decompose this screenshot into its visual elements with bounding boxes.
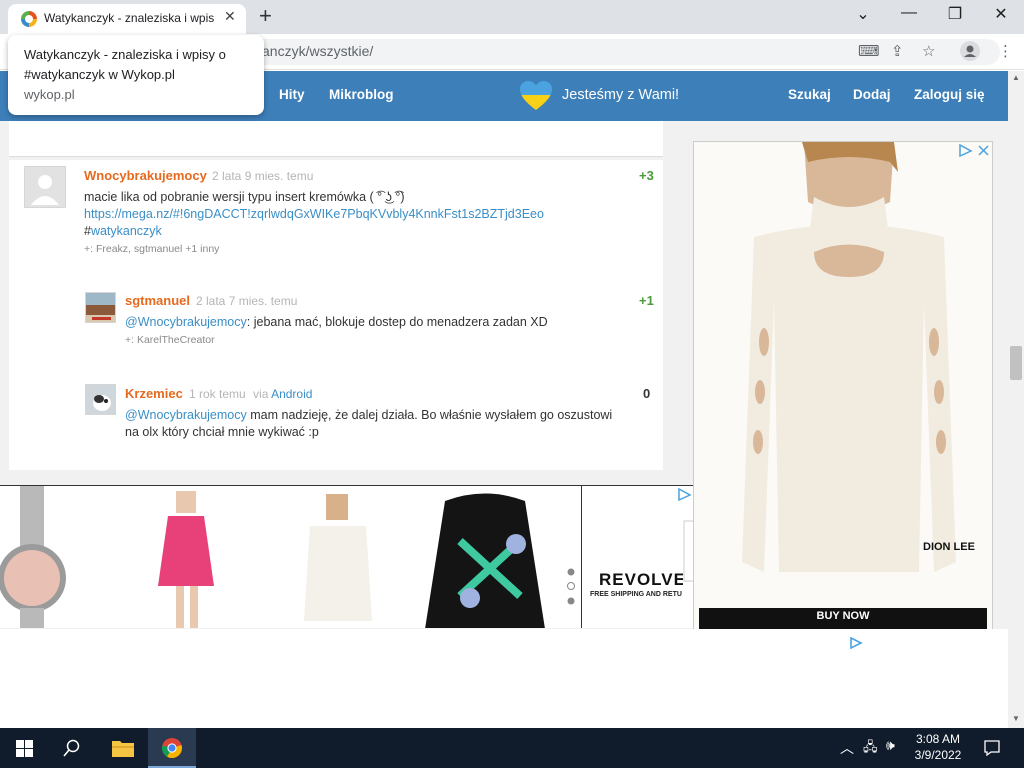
translate-icon[interactable]: ⌨ bbox=[858, 42, 880, 60]
ukraine-heart-icon bbox=[520, 81, 552, 110]
new-tab-button[interactable]: + bbox=[259, 3, 272, 29]
entry-time[interactable]: 2 lata 7 mies. temu bbox=[196, 294, 297, 308]
restore-button[interactable]: ❐ bbox=[933, 4, 977, 28]
browser-menu-icon[interactable]: ⋮ bbox=[998, 42, 1013, 60]
nav-hits[interactable]: Hity bbox=[279, 87, 305, 102]
solidarity-banner[interactable]: Jesteśmy z Wami! bbox=[562, 87, 679, 103]
plus-list[interactable]: +: KarelTheCreator bbox=[125, 334, 215, 346]
chrome-icon bbox=[161, 738, 182, 759]
profile-avatar-icon[interactable] bbox=[960, 41, 980, 61]
close-window-button[interactable]: ✕ bbox=[979, 4, 1023, 28]
share-icon[interactable]: ⇪ bbox=[891, 42, 904, 60]
tooltip-title: Watykanczyk - znaleziska i wpisy o #waty… bbox=[24, 47, 226, 82]
entry-text-line: macie lika od pobranie wersji typu inser… bbox=[84, 190, 405, 204]
page-scrollbar[interactable] bbox=[1008, 71, 1024, 729]
previous-entry-card bbox=[9, 121, 663, 157]
taskbar-clock[interactable]: 3:08 AM 3/9/2022 bbox=[905, 731, 971, 763]
chrome-taskbar-button[interactable] bbox=[148, 728, 196, 768]
notifications-icon[interactable] bbox=[983, 739, 1001, 757]
tab-title: Watykanczyk - znaleziska i wpisy bbox=[44, 11, 214, 25]
scrollbar-thumb[interactable] bbox=[1010, 346, 1022, 380]
clock-time: 3:08 AM bbox=[915, 732, 961, 746]
ad-right-brand: DION LEE bbox=[923, 541, 975, 553]
plus-list[interactable]: +: Freakz, sgtmanuel +1 inny bbox=[84, 243, 219, 255]
avatar[interactable] bbox=[24, 166, 66, 208]
entry-link[interactable]: https://mega.nz/#!6ngDACCT!zqrlwdqGxWIKe… bbox=[84, 206, 644, 223]
ad-shipping: FREE SHIPPING AND RETURNS bbox=[590, 591, 682, 598]
buy-now-button[interactable]: BUY NOW bbox=[699, 610, 987, 622]
entry-author[interactable]: Krzemiec bbox=[125, 386, 183, 401]
via-source[interactable]: Android bbox=[271, 387, 312, 401]
ad-products-image bbox=[0, 486, 693, 628]
tab-hover-tooltip: Watykanczyk - znaleziska i wpisy o #waty… bbox=[8, 35, 264, 115]
scroll-up-icon[interactable]: ▲ bbox=[1012, 73, 1020, 82]
entry-text: @Wnocybrakujemocy mam nadzieję, że dalej… bbox=[125, 407, 645, 441]
windows-start-icon[interactable] bbox=[16, 740, 33, 757]
url-text: anczyk/wszystkie/ bbox=[262, 43, 374, 59]
avatar[interactable] bbox=[85, 292, 116, 323]
tag-link[interactable]: watykanczyk bbox=[91, 224, 162, 238]
nav-microblog[interactable]: Mikroblog bbox=[329, 87, 394, 102]
volume-icon[interactable]: 🕪 bbox=[886, 737, 895, 754]
bookmark-star-icon[interactable]: ☆ bbox=[922, 42, 935, 60]
via-label: via bbox=[253, 387, 269, 401]
bottom-ad-banner[interactable]: REVOLVE FREE SHIPPING AND RETURNS bbox=[0, 485, 693, 628]
tooltip-domain: wykop.pl bbox=[24, 87, 75, 102]
mention-link[interactable]: @Wnocybrakujemocy bbox=[125, 315, 247, 329]
tab-search-icon[interactable]: ⌄ bbox=[841, 4, 885, 28]
tray-chevron-icon[interactable]: ︿ bbox=[840, 738, 854, 758]
avatar[interactable] bbox=[85, 384, 116, 415]
nav-login[interactable]: Zaloguj się bbox=[914, 87, 985, 102]
adchoices-icon[interactable] bbox=[849, 636, 863, 650]
entry-text-line: na olx który chciał mnie wykiwać :p bbox=[125, 425, 319, 439]
entry-text-line: mam nadzieję, że dalej działa. Bo właśni… bbox=[246, 408, 613, 422]
entry-time[interactable]: 1 rok temu via Android bbox=[189, 387, 312, 401]
entry-text: @Wnocybrakujemocy: jebana mać, blokuje d… bbox=[125, 314, 548, 331]
tag-hash: # bbox=[84, 224, 91, 238]
network-icon[interactable]: 🖧 bbox=[863, 738, 878, 760]
entry-author[interactable]: Wnocybrakujemocy bbox=[84, 168, 207, 183]
entry-time[interactable]: 2 lata 9 mies. temu bbox=[212, 169, 313, 183]
vote-count[interactable]: +1 bbox=[639, 293, 654, 308]
nav-add[interactable]: Dodaj bbox=[853, 87, 891, 102]
search-icon[interactable] bbox=[63, 739, 81, 757]
clock-date: 3/9/2022 bbox=[914, 748, 962, 762]
minimize-button[interactable]: — bbox=[887, 4, 931, 28]
scroll-down-icon[interactable]: ▼ bbox=[1012, 714, 1020, 723]
entry-text-line: : jebana mać, blokuje dostep do menadzer… bbox=[246, 315, 548, 329]
nav-search[interactable]: Szukaj bbox=[788, 87, 831, 102]
right-ad-banner[interactable]: DION LEE BUY NOW bbox=[693, 141, 993, 631]
entry-time-text: 1 rok temu bbox=[189, 387, 246, 401]
wykop-favicon-icon bbox=[21, 11, 37, 27]
tab-close-icon[interactable]: ✕ bbox=[224, 8, 236, 25]
ad-brand: REVOLVE bbox=[599, 570, 683, 589]
mention-link[interactable]: @Wnocybrakujemocy bbox=[125, 408, 247, 422]
entry-author[interactable]: sgtmanuel bbox=[125, 293, 190, 308]
browser-tab[interactable]: Watykanczyk - znaleziska i wpisy ✕ bbox=[8, 4, 246, 34]
file-explorer-icon[interactable] bbox=[111, 738, 135, 758]
ad-model-image bbox=[694, 142, 992, 630]
vote-count[interactable]: +3 bbox=[639, 168, 654, 183]
vote-count[interactable]: 0 bbox=[643, 386, 650, 401]
entry-text: macie lika od pobranie wersji typu inser… bbox=[84, 189, 644, 240]
